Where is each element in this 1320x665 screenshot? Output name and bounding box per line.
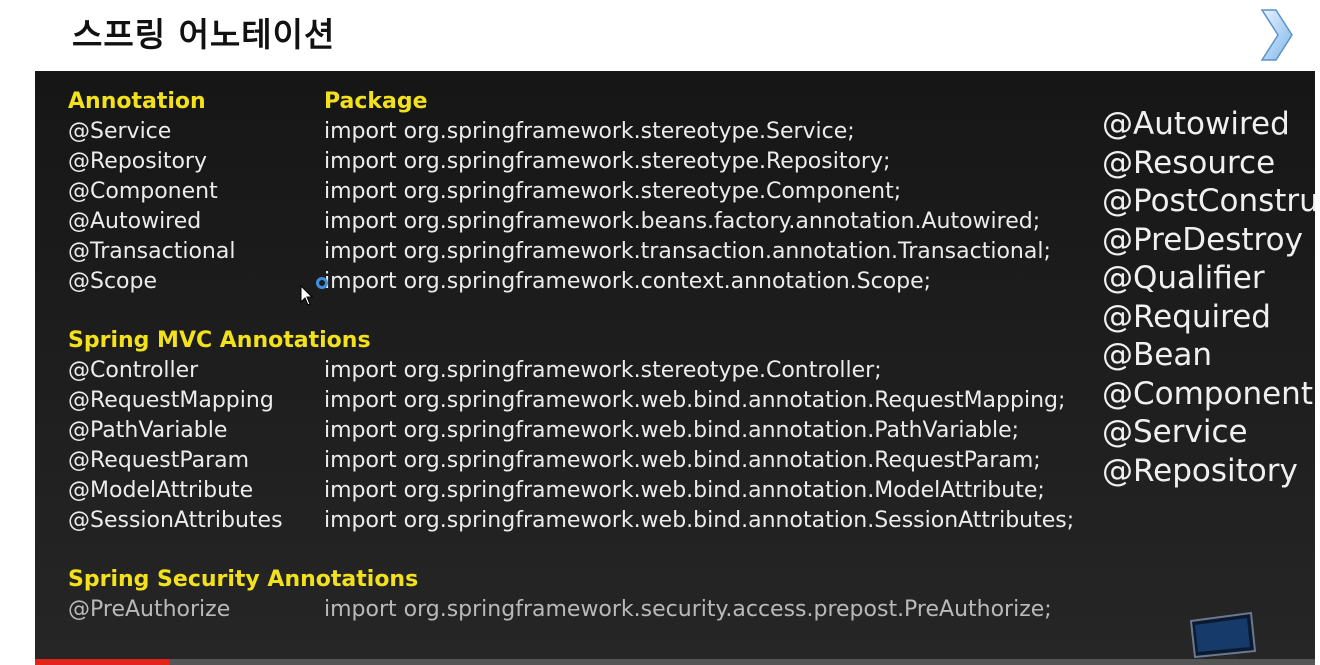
list-item: @Required [1102,298,1271,335]
video-progress-fill [35,659,170,665]
annotation-side-list: @Autowired @Resource @PostConstruct @Pre… [1102,105,1315,490]
list-item: @Component [1102,375,1313,412]
slide-content-panel: Annotation Package @Service import org.s… [35,71,1315,665]
security-header-row: Spring Security Annotations [35,565,1315,595]
chevron-right-icon [1260,9,1293,61]
annotation-name: @Controller [68,358,199,383]
annotation-name: @Transactional [68,239,236,264]
security-section-header: Spring Security Annotations [68,567,419,592]
package-import: import org.springframework.stereotype.Se… [324,119,855,144]
mvc-section-header: Spring MVC Annotations [68,328,371,353]
annotation-name: @ModelAttribute [68,478,254,503]
package-import: import org.springframework.web.bind.anno… [324,478,1045,503]
annotation-name: @Scope [68,269,158,294]
slide-title: 스프링 어노테이션 [72,15,336,54]
list-item: @Resource [1102,144,1276,181]
annotation-name: @Component [68,179,218,204]
package-import: import org.springframework.security.acce… [324,597,1052,622]
click-indicator-icon [316,277,328,289]
video-progress-bar[interactable] [35,659,1315,665]
package-import: import org.springframework.stereotype.Re… [324,149,891,174]
annotation-name: @PreAuthorize [68,597,231,622]
package-import: import org.springframework.stereotype.Co… [324,179,902,204]
package-import: import org.springframework.web.bind.anno… [324,388,1066,413]
list-item: @Repository [1102,452,1298,489]
next-slide-button[interactable] [1256,6,1296,64]
list-item: @Service [1102,414,1248,450]
package-import: import org.springframework.transaction.a… [324,239,1051,264]
list-item: @PreDestroy [1102,221,1303,258]
package-import: import org.springframework.stereotype.Co… [324,358,882,383]
annotation-name: @Service [68,119,172,144]
table-row: @PreAuthorize import org.springframework… [35,595,1315,625]
mouse-cursor-icon [300,285,314,306]
annotation-name: @PathVariable [68,418,228,443]
package-column-header: Package [324,89,428,114]
list-item: @Autowired [1102,106,1290,142]
list-item: @Bean [1102,337,1212,373]
list-item: @Qualifier [1102,260,1265,296]
package-import: import org.springframework.beans.factory… [324,209,1041,234]
annotation-name: @RequestMapping [68,388,274,413]
list-item: @PostConstruct [1102,183,1315,219]
annotation-column-header: Annotation [68,89,206,114]
table-row: @SessionAttributes import org.springfram… [35,506,1315,536]
annotation-name: @SessionAttributes [68,508,283,533]
monitor-icon [1189,611,1257,665]
annotation-name: @RequestParam [68,448,250,473]
package-import: import org.springframework.context.annot… [324,269,932,294]
package-import: import org.springframework.web.bind.anno… [324,448,1041,473]
annotation-name: @Autowired [68,209,202,234]
package-import: import org.springframework.web.bind.anno… [324,418,1020,443]
annotation-name: @Repository [68,149,207,174]
package-import: import org.springframework.web.bind.anno… [324,508,1075,533]
